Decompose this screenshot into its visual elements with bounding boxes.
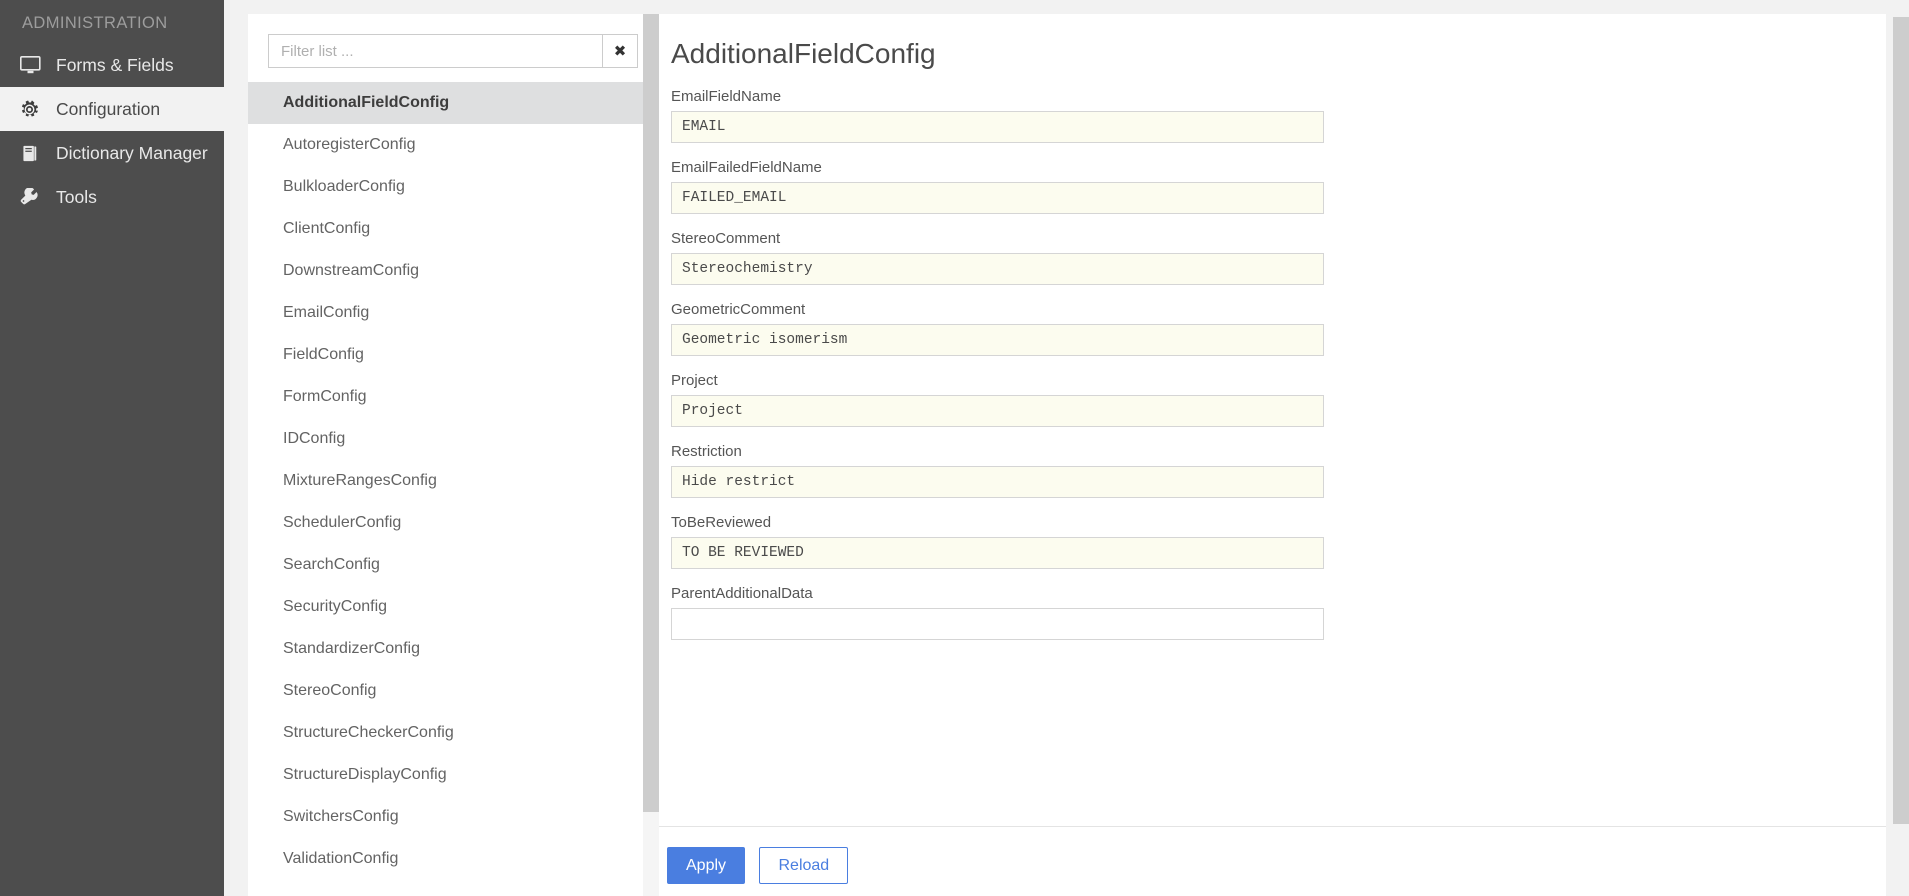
config-form: EmailFieldName EmailFailedFieldName Ster… <box>659 70 1886 826</box>
wrench-icon <box>20 187 50 207</box>
clear-filter-button[interactable]: ✖ <box>602 34 638 68</box>
field-label: Restriction <box>671 443 742 460</box>
list-item[interactable]: SchedulerConfig <box>248 502 658 544</box>
form-button-bar: Apply Reload <box>659 826 1886 884</box>
page-scrollbar-thumb[interactable] <box>1893 17 1909 824</box>
sidebar-item-label: Dictionary Manager <box>56 142 208 163</box>
list-scrollbar-thumb[interactable] <box>643 14 659 812</box>
gear-icon <box>20 100 50 119</box>
field-input-geometriccomment[interactable] <box>671 324 1324 356</box>
field-label: StereoComment <box>671 230 781 247</box>
list-item[interactable]: EmailConfig <box>248 292 658 334</box>
book-icon <box>20 144 50 163</box>
field-group-tobereviewed: ToBeReviewed <box>671 514 1886 569</box>
list-item[interactable]: SecurityConfig <box>248 586 658 628</box>
page-scrollbar[interactable] <box>1891 0 1909 896</box>
field-label: ToBeReviewed <box>671 514 772 531</box>
field-input-emailfailedfieldname[interactable] <box>671 182 1324 214</box>
list-item[interactable]: StandardizerConfig <box>248 628 658 670</box>
field-input-emailfieldname[interactable] <box>671 111 1324 143</box>
list-item[interactable]: SwitchersConfig <box>248 796 658 838</box>
field-group-emailfailedfieldname: EmailFailedFieldName <box>671 159 1886 214</box>
field-label: ParentAdditionalData <box>671 585 813 602</box>
field-label: EmailFieldName <box>671 88 782 105</box>
sidebar-item-label: Configuration <box>56 98 161 119</box>
field-input-parentadditionaldata[interactable] <box>671 608 1324 640</box>
reload-button[interactable]: Reload <box>759 847 849 884</box>
sidebar-item-dictionary-manager[interactable]: Dictionary Manager <box>0 131 224 175</box>
config-list: AdditionalFieldConfig AutoregisterConfig… <box>248 82 658 880</box>
list-item[interactable]: FormConfig <box>248 376 658 418</box>
field-input-restriction[interactable] <box>671 466 1324 498</box>
list-item[interactable]: AdditionalFieldConfig <box>248 82 658 124</box>
list-item[interactable]: ClientConfig <box>248 208 658 250</box>
sidebar-item-configuration[interactable]: Configuration <box>0 87 224 131</box>
field-group-restriction: Restriction <box>671 443 1886 498</box>
field-group-project: Project <box>671 372 1886 427</box>
field-group-parentadditionaldata: ParentAdditionalData <box>671 585 1886 640</box>
list-item[interactable]: ValidationConfig <box>248 838 658 880</box>
field-group-stereocomment: StereoComment <box>671 230 1886 285</box>
monitor-icon <box>20 56 50 74</box>
list-scrollbar[interactable] <box>643 14 659 896</box>
field-label: Project <box>671 372 718 389</box>
sidebar-item-label: Forms & Fields <box>56 54 174 75</box>
field-group-emailfieldname: EmailFieldName <box>671 88 1886 143</box>
sidebar-heading: ADMINISTRATION <box>22 14 168 32</box>
field-group-geometriccomment: GeometricComment <box>671 301 1886 356</box>
field-input-project[interactable] <box>671 395 1324 427</box>
sidebar-item-tools[interactable]: Tools <box>0 175 224 219</box>
apply-button[interactable]: Apply <box>667 847 746 884</box>
config-list-panel: ✖ AdditionalFieldConfig AutoregisterConf… <box>248 14 658 896</box>
list-item[interactable]: StructureDisplayConfig <box>248 754 658 796</box>
field-label: GeometricComment <box>671 301 806 318</box>
list-item[interactable]: DownstreamConfig <box>248 250 658 292</box>
list-item[interactable]: SearchConfig <box>248 544 658 586</box>
filter-input[interactable] <box>268 34 602 68</box>
list-item[interactable]: FieldConfig <box>248 334 658 376</box>
config-detail-panel: AdditionalFieldConfig EmailFieldName Ema… <box>659 14 1886 896</box>
list-item[interactable]: MixtureRangesConfig <box>248 460 658 502</box>
sidebar-item-forms-and-fields[interactable]: Forms & Fields <box>0 43 224 87</box>
page-title: AdditionalFieldConfig <box>671 38 936 69</box>
field-label: EmailFailedFieldName <box>671 159 822 176</box>
sidebar-item-label: Tools <box>56 186 97 207</box>
field-input-stereocomment[interactable] <box>671 253 1324 285</box>
list-item[interactable]: BulkloaderConfig <box>248 166 658 208</box>
list-item[interactable]: AutoregisterConfig <box>248 124 658 166</box>
list-item[interactable]: StereoConfig <box>248 670 658 712</box>
list-item[interactable]: IDConfig <box>248 418 658 460</box>
list-item[interactable]: StructureCheckerConfig <box>248 712 658 754</box>
sidebar: ADMINISTRATION Forms & Fields Configurat… <box>0 0 224 896</box>
field-input-tobereviewed[interactable] <box>671 537 1324 569</box>
filter-row: ✖ <box>248 14 658 82</box>
